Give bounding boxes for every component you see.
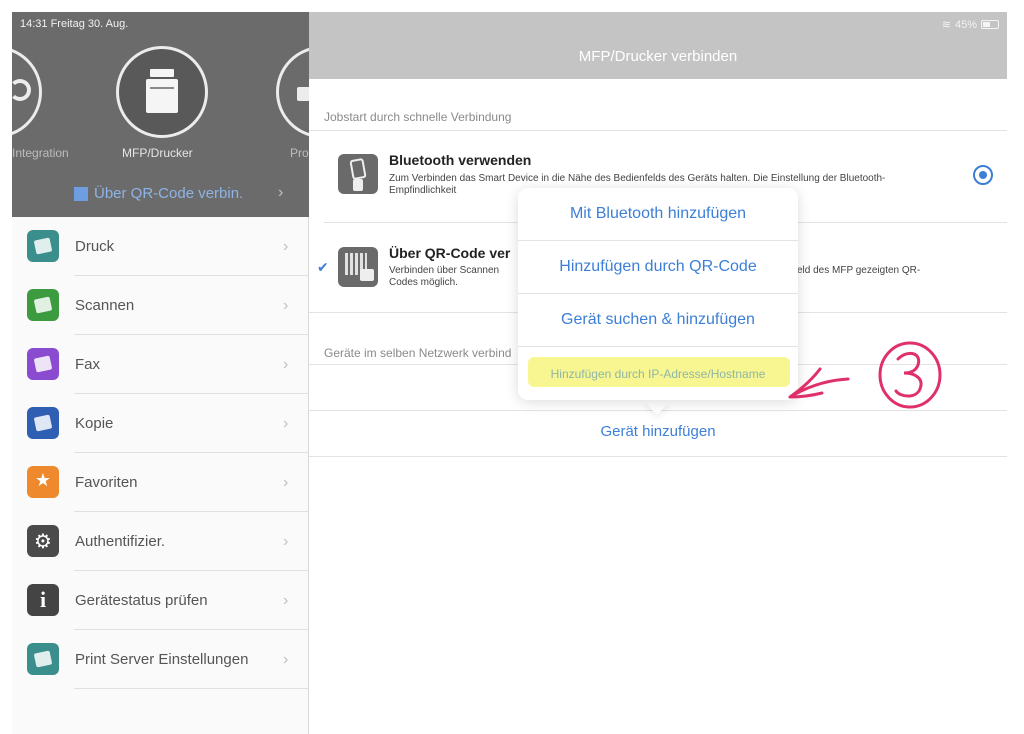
sidebar-item-label: Fax — [75, 356, 101, 373]
pro-icon — [297, 87, 309, 101]
sidebar-item-scannen[interactable]: Scannen › — [12, 276, 309, 335]
carousel-label-integration: Integration — [12, 146, 69, 160]
chevron-right-icon: › — [278, 184, 284, 201]
bluetooth-title[interactable]: Bluetooth verwenden — [389, 152, 531, 168]
page-title: MFP/Drucker verbinden — [578, 48, 738, 65]
sidebar-item-favoriten[interactable]: ★ Favoriten › — [12, 453, 309, 512]
sidebar-item-label: Gerätestatus prüfen — [75, 592, 208, 609]
chevron-right-icon: › — [283, 650, 289, 668]
print-server-icon — [27, 643, 59, 675]
sidebar: 14:31 Freitag 30. Aug. Integration MFP/D… — [12, 12, 309, 734]
qr-connect-link[interactable]: Über QR-Code verbin. — [74, 185, 243, 202]
qr-description-tail: eld des MFP gezeigten QR- — [797, 265, 921, 276]
nav-bar: ≋ 45% MFP/Drucker verbinden — [309, 12, 1007, 79]
qr-description: Verbinden über Scannen Codes möglich. — [389, 265, 500, 288]
add-device-button[interactable]: Gerät hinzufügen — [309, 423, 1007, 440]
qr-title[interactable]: Über QR-Code ver — [389, 245, 510, 261]
gear-icon: ⚙ — [27, 525, 59, 557]
sidebar-item-label: Druck — [75, 238, 115, 255]
popover-item-bluetooth[interactable]: Mit Bluetooth hinzufügen — [518, 188, 798, 241]
sidebar-item-label: Authentifizier. — [75, 533, 166, 550]
popover-item-ip-hostname[interactable]: Hinzufügen durch IP-Adresse/Hostname — [518, 347, 798, 400]
popover-item-label: Hinzufügen durch IP-Adresse/Hostname — [550, 366, 766, 381]
qr-connect-label: Über QR-Code verbin. — [94, 185, 244, 202]
battery-percent: 45% — [954, 18, 977, 31]
chevron-right-icon: › — [283, 355, 289, 373]
function-carousel: 14:31 Freitag 30. Aug. Integration MFP/D… — [12, 12, 309, 217]
copy-icon — [27, 407, 59, 439]
divider — [309, 456, 1007, 457]
section-header-network: Geräte im selben Netzwerk verbind — [324, 346, 512, 360]
sidebar-item-label: Kopie — [75, 415, 114, 432]
print-icon — [27, 230, 59, 262]
sidebar-menu: Druck › Scannen › Fax › Kopie › ★ Favori… — [12, 217, 309, 689]
carousel-item-integration[interactable] — [12, 46, 42, 138]
sidebar-item-geraetestatus[interactable]: i Gerätestatus prüfen › — [12, 571, 309, 630]
carousel-item-mfp[interactable] — [116, 46, 208, 138]
wifi-icon: ≋ — [941, 19, 951, 31]
chevron-right-icon: › — [283, 591, 289, 609]
sidebar-item-druck[interactable]: Druck › — [12, 217, 309, 276]
chevron-right-icon: › — [283, 473, 289, 491]
sidebar-item-label: Print Server Einstellungen — [75, 651, 249, 668]
battery-icon — [981, 20, 999, 29]
bluetooth-icon — [338, 154, 378, 194]
star-icon: ★ — [27, 466, 59, 498]
chevron-right-icon: › — [283, 237, 289, 255]
carousel-item-pro[interactable] — [276, 46, 309, 138]
qr-code-icon — [74, 186, 88, 201]
printer-icon — [146, 69, 178, 113]
settings-gear-icon[interactable] — [973, 165, 993, 185]
sidebar-item-kopie[interactable]: Kopie › — [12, 394, 309, 453]
info-icon: i — [27, 584, 59, 616]
qr-camera-icon — [338, 247, 378, 287]
popover-item-search[interactable]: Gerät suchen & hinzufügen — [518, 294, 798, 347]
checkmark-icon: ✔ — [317, 259, 329, 275]
chevron-right-icon: › — [283, 532, 289, 550]
step-annotation — [788, 341, 942, 409]
sidebar-item-print-server[interactable]: Print Server Einstellungen › — [12, 630, 309, 689]
status-time: 14:31 Freitag 30. Aug. — [20, 18, 129, 30]
carousel-label-mfp: MFP/Drucker — [122, 146, 193, 160]
scan-icon — [27, 289, 59, 321]
sidebar-item-label: Scannen — [75, 297, 135, 314]
chevron-right-icon: › — [283, 414, 289, 432]
carousel-label-pro: Pro — [290, 146, 309, 160]
divider — [309, 130, 1007, 131]
integration-icon — [12, 79, 31, 101]
arrow-annotation — [788, 367, 850, 399]
sidebar-item-authentifizierung[interactable]: ⚙ Authentifizier. › — [12, 512, 309, 571]
chevron-right-icon: › — [283, 296, 289, 314]
add-device-popover: Mit Bluetooth hinzufügen Hinzufügen durc… — [518, 188, 798, 400]
section-header-quick: Jobstart durch schnelle Verbindung — [324, 110, 512, 124]
sidebar-item-label: Favoriten — [75, 474, 138, 491]
sidebar-item-fax[interactable]: Fax › — [12, 335, 309, 394]
number-three-annotation — [894, 351, 923, 398]
fax-icon — [27, 348, 59, 380]
status-indicators: ≋ 45% — [942, 18, 999, 31]
popover-item-qr-code[interactable]: Hinzufügen durch QR-Code — [518, 241, 798, 294]
